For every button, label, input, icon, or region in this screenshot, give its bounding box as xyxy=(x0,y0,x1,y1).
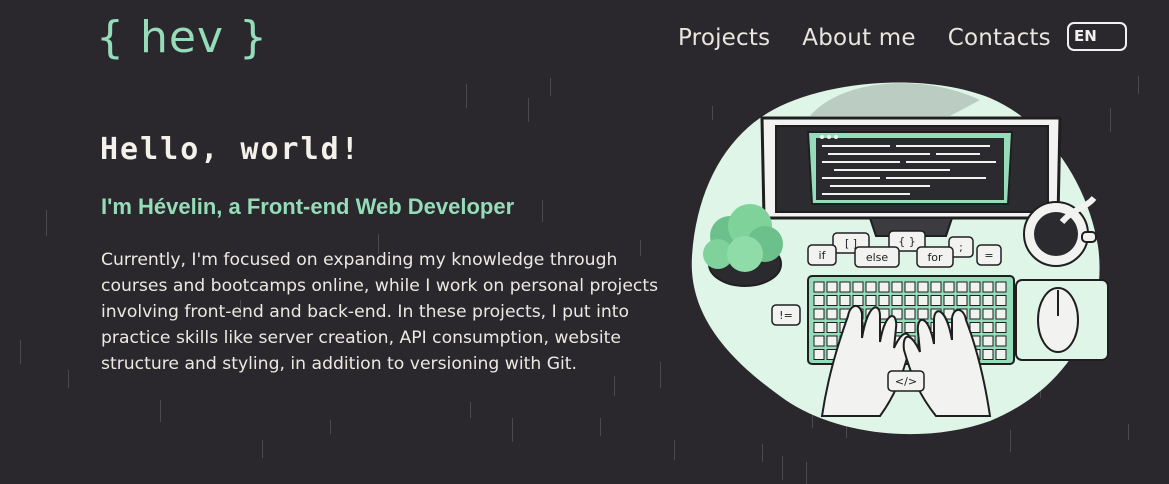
keyboard-key xyxy=(982,335,994,347)
keyboard-key xyxy=(982,308,994,320)
keyboard-key xyxy=(917,295,929,306)
keyboard-key xyxy=(826,281,838,293)
keyboard-key xyxy=(826,295,838,306)
code-bubble-label: [ ] xyxy=(845,237,857,250)
code-bubble: </> xyxy=(887,370,925,392)
code-bubble: != xyxy=(771,304,801,326)
keyboard-key xyxy=(852,281,864,293)
code-bubble-label: ; xyxy=(959,241,963,254)
language-toggle[interactable]: EN xyxy=(1067,22,1127,51)
main-nav: Projects About me Contacts xyxy=(678,22,1051,54)
code-bubble-label: { } xyxy=(898,235,916,248)
rain-streak xyxy=(550,78,551,96)
keyboard-key xyxy=(839,281,851,293)
keyboard-key xyxy=(943,281,955,293)
keyboard-key xyxy=(969,295,981,306)
keyboard-key xyxy=(904,295,916,306)
keyboard-key xyxy=(904,308,916,320)
keyboard-key xyxy=(813,335,825,347)
keyboard-key xyxy=(826,308,838,320)
rain-streak xyxy=(600,418,601,436)
keyboard-key xyxy=(891,281,903,293)
keyboard-key xyxy=(982,281,994,293)
rain-streak xyxy=(46,210,47,236)
keyboard-key xyxy=(930,295,942,306)
site-header: { hev } Projects About me Contacts EN xyxy=(0,0,1169,78)
code-bubble-label: </> xyxy=(895,375,917,388)
code-bubble-label: else xyxy=(866,251,889,264)
hero-bio: Currently, I'm focused on expanding my k… xyxy=(101,250,659,374)
keyboard-key xyxy=(826,322,838,333)
rain-streak xyxy=(470,402,471,418)
hero-greeting: Hello, world! xyxy=(100,132,361,167)
keyboard-key xyxy=(865,295,877,306)
keyboard-key xyxy=(930,281,942,293)
code-bubble-label: for xyxy=(927,251,943,264)
keyboard-key xyxy=(995,349,1007,360)
rain-streak xyxy=(68,370,69,388)
code-bubble-label: = xyxy=(984,249,993,262)
rain-streak xyxy=(466,84,467,108)
rain-streak xyxy=(330,420,331,434)
code-bubble: if xyxy=(807,244,837,266)
keyboard-key xyxy=(943,295,955,306)
keyboard-key xyxy=(982,322,994,333)
developer-illustration: [ ] { } ; if else for = != </> xyxy=(691,82,1109,435)
code-bubble: = xyxy=(976,244,1002,266)
monitor-icon xyxy=(760,116,1062,237)
rain-streak xyxy=(262,440,263,458)
keyboard-key xyxy=(813,308,825,320)
rain-streak xyxy=(782,456,783,480)
keyboard-key xyxy=(956,281,968,293)
nav-about-link[interactable]: About me xyxy=(802,22,915,54)
rain-streak xyxy=(542,200,543,222)
rain-streak xyxy=(160,400,161,422)
keyboard-key xyxy=(969,281,981,293)
keyboard-key xyxy=(865,281,877,293)
keyboard-key xyxy=(878,281,890,293)
rain-streak xyxy=(762,444,763,462)
keyboard-key xyxy=(995,281,1007,293)
keyboard-key xyxy=(904,281,916,293)
code-bubble: else xyxy=(854,246,900,268)
site-logo[interactable]: { hev } xyxy=(96,10,268,66)
rain-streak xyxy=(512,418,513,442)
keyboard-key xyxy=(982,295,994,306)
rain-streak xyxy=(1110,108,1111,132)
keyboard-key xyxy=(995,335,1007,347)
keyboard-key xyxy=(878,295,890,306)
keyboard-key xyxy=(956,295,968,306)
hero-role: I'm Hévelin, a Front-end Web Developer xyxy=(101,194,515,219)
rain-streak xyxy=(1138,76,1139,94)
mouse-icon xyxy=(1015,279,1109,361)
keyboard-key xyxy=(969,308,981,320)
rain-streak xyxy=(528,98,529,122)
keyboard-key xyxy=(995,308,1007,320)
rain-streak xyxy=(20,340,21,364)
code-bubble-label: if xyxy=(819,249,827,262)
rain-streak xyxy=(614,376,615,396)
keyboard-key xyxy=(813,295,825,306)
keyboard-key xyxy=(904,322,916,333)
keyboard-key xyxy=(917,281,929,293)
keyboard-key xyxy=(813,322,825,333)
keyboard-key xyxy=(839,295,851,306)
keyboard-key xyxy=(826,335,838,347)
code-bubble: for xyxy=(916,246,954,268)
rain-streak xyxy=(674,440,675,460)
keyboard-key xyxy=(995,322,1007,333)
keyboard-key xyxy=(969,322,981,333)
rain-streak xyxy=(1128,424,1129,440)
keyboard-key xyxy=(917,308,929,320)
nav-contacts-link[interactable]: Contacts xyxy=(948,22,1051,54)
code-bubble-label: != xyxy=(779,309,793,322)
keyboard-key xyxy=(982,349,994,360)
keyboard-key xyxy=(852,295,864,306)
keyboard-key xyxy=(813,281,825,293)
keyboard-key xyxy=(813,349,825,360)
keyboard-key xyxy=(891,295,903,306)
nav-projects-link[interactable]: Projects xyxy=(678,22,770,54)
keyboard-key xyxy=(995,295,1007,306)
